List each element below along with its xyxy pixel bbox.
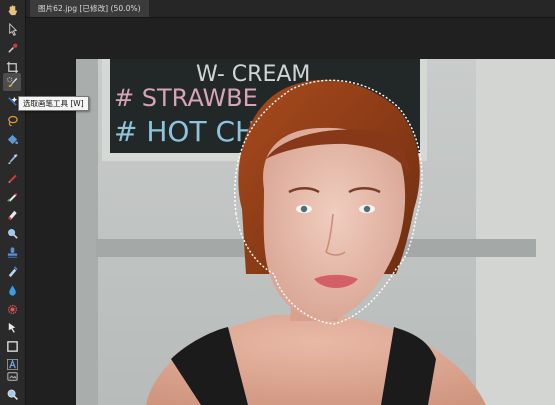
tool-tooltip: 选取画笔工具 [W] <box>18 96 89 111</box>
portrait-photo: W- CREAM # STRAWBE # HOT CH <box>76 59 555 405</box>
pen-node-icon[interactable] <box>3 318 21 336</box>
eyedropper-icon[interactable] <box>3 39 21 57</box>
paint-brush-icon[interactable] <box>3 149 21 167</box>
clone-stamp-icon[interactable] <box>3 243 21 261</box>
lasso-icon[interactable] <box>3 111 21 129</box>
pencil-icon[interactable] <box>3 168 21 186</box>
chalkboard-line-2: # STRAWBE <box>114 84 258 112</box>
healing-brush-icon[interactable] <box>3 262 21 280</box>
view-icon[interactable] <box>3 367 21 385</box>
tools-panel <box>0 0 26 405</box>
hand-icon[interactable] <box>3 1 21 19</box>
erase-brush-icon[interactable] <box>3 205 21 223</box>
document-tab-bar: 图片62.jpg [已修改] (50.0%) <box>26 0 555 18</box>
selection-brush-icon[interactable] <box>3 73 21 91</box>
chalkboard-line-3: # HOT CH <box>114 115 256 148</box>
blur-drop-icon[interactable] <box>3 281 21 299</box>
rectangle-shape-icon[interactable] <box>3 337 21 355</box>
canvas-area[interactable]: W- CREAM # STRAWBE # HOT CH <box>26 18 555 405</box>
document-tab[interactable]: 图片62.jpg [已修改] (50.0%) <box>30 0 149 17</box>
move-pointer-icon[interactable] <box>3 20 21 38</box>
red-eye-icon[interactable] <box>3 300 21 318</box>
zoom-icon[interactable] <box>3 385 21 403</box>
fill-bucket-icon[interactable] <box>3 130 21 148</box>
dodge-icon[interactable] <box>3 224 21 242</box>
color-brush-icon[interactable] <box>3 187 21 205</box>
photo-canvas[interactable]: W- CREAM # STRAWBE # HOT CH <box>76 59 555 405</box>
